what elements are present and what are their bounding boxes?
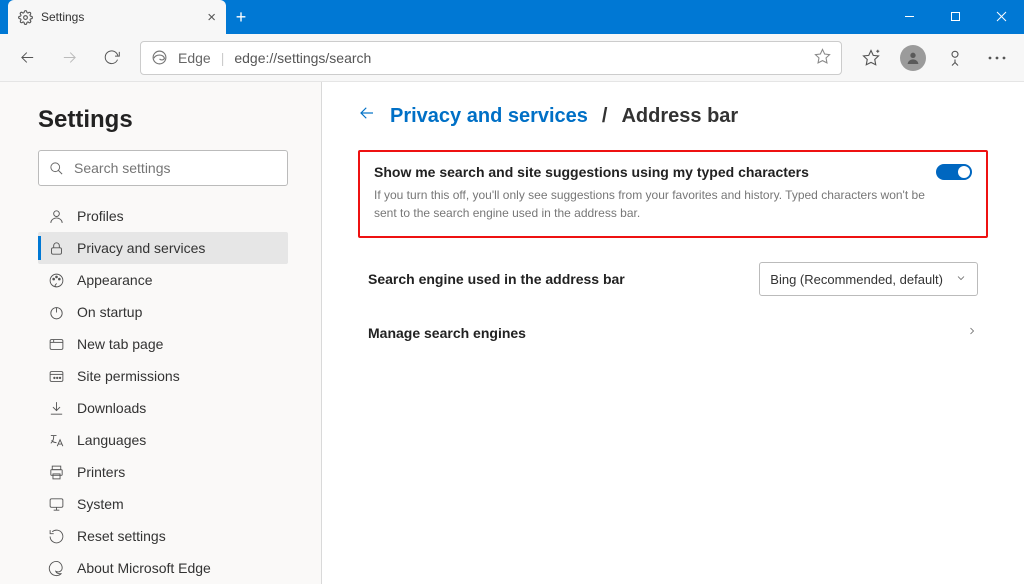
nav-profiles[interactable]: Profiles — [38, 200, 288, 232]
nav-new-tab-page[interactable]: New tab page — [38, 328, 288, 360]
nav-site-permissions[interactable]: Site permissions — [38, 360, 288, 392]
nav-refresh-button[interactable] — [92, 39, 130, 77]
favorites-button[interactable] — [852, 39, 890, 77]
address-bar[interactable]: Edge | edge://settings/search — [140, 41, 842, 75]
nav-languages[interactable]: Languages — [38, 424, 288, 456]
nav-forward-button[interactable] — [50, 39, 88, 77]
nav-reset-settings[interactable]: Reset settings — [38, 520, 288, 552]
nav-downloads[interactable]: Downloads — [38, 392, 288, 424]
tab-title: Settings — [41, 10, 199, 24]
nav-on-startup[interactable]: On startup — [38, 296, 288, 328]
breadcrumb: Privacy and services / Address bar — [358, 104, 988, 128]
window-minimize-button[interactable] — [886, 0, 932, 32]
window-titlebar: Settings × + — [0, 0, 1024, 34]
nav-about-edge[interactable]: About Microsoft Edge — [38, 552, 288, 584]
setting-suggestions-toggle[interactable] — [936, 164, 972, 180]
setting-search-engine-row: Search engine used in the address bar Bi… — [358, 248, 988, 310]
window-close-button[interactable] — [978, 0, 1024, 32]
gear-icon — [18, 10, 33, 25]
breadcrumb-current: Address bar — [621, 105, 738, 128]
browser-toolbar: Edge | edge://settings/search — [0, 34, 1024, 82]
setting-suggestions-row: Show me search and site suggestions usin… — [358, 150, 988, 238]
breadcrumb-parent-link[interactable]: Privacy and services — [390, 105, 588, 128]
settings-search-input[interactable] — [74, 160, 277, 176]
feedback-button[interactable] — [936, 39, 974, 77]
chevron-right-icon — [966, 324, 978, 342]
new-tab-button[interactable]: + — [226, 2, 256, 32]
search-engine-value: Bing (Recommended, default) — [770, 272, 943, 287]
nav-printers[interactable]: Printers — [38, 456, 288, 488]
breadcrumb-back-button[interactable] — [358, 104, 376, 128]
settings-heading: Settings — [38, 106, 309, 134]
settings-content: Privacy and services / Address bar Show … — [322, 82, 1024, 584]
breadcrumb-separator: / — [602, 105, 608, 128]
setting-suggestions-desc: If you turn this off, you'll only see su… — [374, 186, 934, 222]
nav-system[interactable]: System — [38, 488, 288, 520]
tab-close-icon[interactable]: × — [207, 9, 216, 26]
profile-button[interactable] — [894, 39, 932, 77]
settings-search[interactable] — [38, 150, 288, 186]
favorite-star-icon[interactable] — [814, 48, 831, 68]
settings-sidebar: Settings Profiles Privacy and services A… — [0, 82, 322, 584]
nav-appearance[interactable]: Appearance — [38, 264, 288, 296]
address-url: edge://settings/search — [234, 50, 804, 66]
browser-tab[interactable]: Settings × — [8, 0, 226, 34]
search-icon — [49, 161, 64, 176]
setting-manage-engines-row[interactable]: Manage search engines — [358, 310, 988, 356]
window-maximize-button[interactable] — [932, 0, 978, 32]
nav-privacy-and-services[interactable]: Privacy and services — [38, 232, 288, 264]
address-scheme-label: Edge — [178, 50, 211, 66]
edge-icon — [151, 49, 168, 66]
setting-suggestions-title: Show me search and site suggestions usin… — [374, 164, 916, 180]
chevron-down-icon — [955, 272, 967, 287]
setting-manage-engines-title: Manage search engines — [368, 325, 966, 341]
nav-back-button[interactable] — [8, 39, 46, 77]
address-separator: | — [221, 50, 225, 66]
more-menu-button[interactable] — [978, 39, 1016, 77]
search-engine-select[interactable]: Bing (Recommended, default) — [759, 262, 978, 296]
settings-nav: Profiles Privacy and services Appearance… — [38, 200, 288, 584]
setting-search-engine-title: Search engine used in the address bar — [368, 271, 739, 287]
